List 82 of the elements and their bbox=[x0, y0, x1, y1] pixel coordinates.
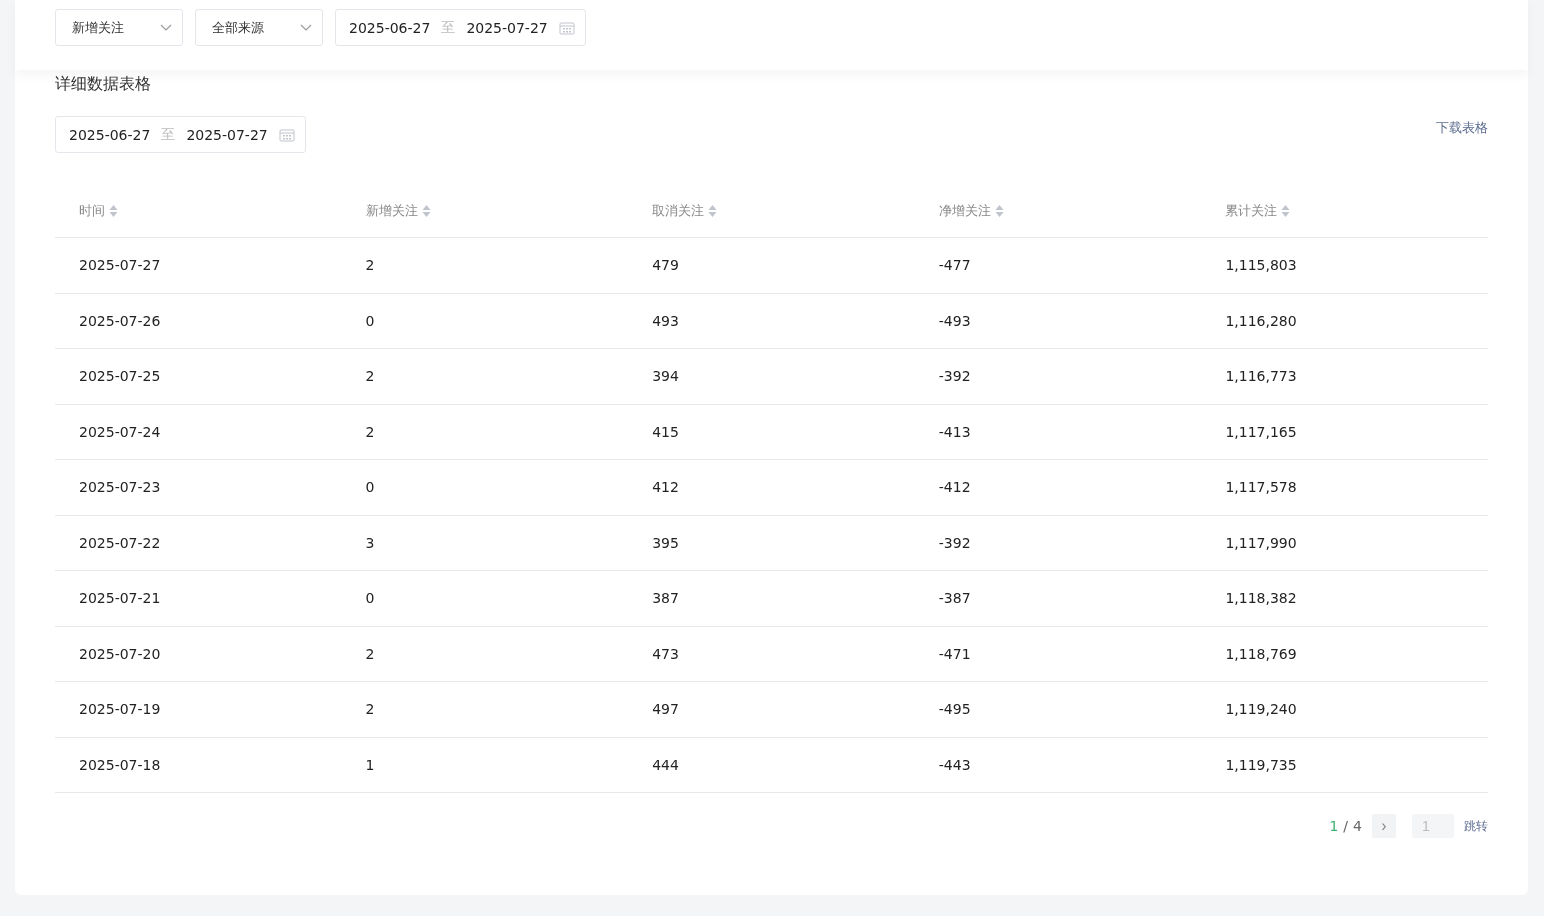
table-cell: 3 bbox=[365, 534, 375, 551]
table-cell: 1,117,578 bbox=[1225, 479, 1297, 496]
table-cell: -392 bbox=[938, 368, 971, 385]
sort-icon[interactable] bbox=[1281, 204, 1291, 218]
table-cell: -392 bbox=[938, 534, 971, 551]
table-cell: 2 bbox=[365, 701, 375, 718]
dropdown-select[interactable]: 新增关注 bbox=[55, 9, 183, 46]
table-cell: 473 bbox=[652, 645, 679, 662]
table-cell: 1,118,769 bbox=[1225, 645, 1297, 662]
table-cell: 2025-07-23 bbox=[79, 479, 161, 496]
table-cell: -412 bbox=[938, 479, 971, 496]
current-page: 1 bbox=[1329, 818, 1339, 834]
range-separator: 至 bbox=[161, 125, 176, 144]
table-cell: 497 bbox=[652, 701, 679, 718]
range-separator: 至 bbox=[441, 18, 456, 37]
calendar-icon bbox=[558, 20, 575, 35]
table-cell: 479 bbox=[652, 257, 679, 274]
start-date: 2025-06-27 bbox=[349, 19, 431, 36]
table-cell: -477 bbox=[938, 257, 971, 274]
table-cell: 2025-07-25 bbox=[79, 368, 161, 385]
start-date: 2025-06-27 bbox=[69, 126, 151, 143]
end-date: 2025-07-27 bbox=[466, 19, 548, 36]
table-cell: 2025-07-20 bbox=[79, 645, 161, 662]
table-cell: 1,118,382 bbox=[1225, 590, 1297, 607]
table-cell: 387 bbox=[652, 590, 679, 607]
table-cell: 2025-07-22 bbox=[79, 534, 161, 551]
table-cell: -493 bbox=[938, 312, 971, 329]
download-table-link[interactable]: 下载表格 bbox=[1436, 119, 1488, 137]
end-date: 2025-07-27 bbox=[186, 126, 268, 143]
table-cell: 2 bbox=[365, 368, 375, 385]
sort-icon[interactable] bbox=[708, 204, 718, 218]
sort-icon[interactable] bbox=[109, 204, 118, 218]
table-cell: 1,117,165 bbox=[1225, 423, 1297, 440]
next-page-button[interactable]: › bbox=[1372, 814, 1396, 838]
table-cell: 1,116,280 bbox=[1225, 312, 1297, 329]
table-cell: 0 bbox=[365, 590, 375, 607]
table-cell: 1,115,803 bbox=[1225, 257, 1297, 274]
table-cell: 2 bbox=[365, 423, 375, 440]
page-input[interactable]: 1 bbox=[1412, 814, 1454, 838]
table-cell: 2025-07-19 bbox=[79, 701, 161, 718]
table-cell: 395 bbox=[652, 534, 679, 551]
chevron-down-icon bbox=[300, 24, 312, 31]
column-header[interactable]: 新增关注 bbox=[365, 202, 418, 220]
table-cell: -413 bbox=[938, 423, 971, 440]
column-header[interactable]: 取消关注 bbox=[652, 202, 705, 220]
table-cell: 2025-07-27 bbox=[79, 257, 161, 274]
table-cell: 493 bbox=[652, 312, 679, 329]
table-cell: -495 bbox=[938, 701, 971, 718]
table-cell: 2025-07-26 bbox=[79, 312, 161, 329]
table-cell: 0 bbox=[365, 479, 375, 496]
table-cell: -471 bbox=[938, 645, 971, 662]
column-header[interactable]: 时间 bbox=[79, 202, 105, 220]
table-cell: 1,119,240 bbox=[1225, 701, 1297, 718]
column-header[interactable]: 累计关注 bbox=[1225, 202, 1278, 220]
sort-icon[interactable] bbox=[994, 204, 1004, 218]
chevron-down-icon bbox=[160, 24, 172, 31]
page-separator: / bbox=[1343, 818, 1349, 834]
table-cell: 2025-07-18 bbox=[79, 756, 161, 773]
column-header[interactable]: 净增关注 bbox=[938, 202, 991, 220]
date-range-picker[interactable]: 2025-06-27 至 2025-07-27 bbox=[335, 9, 586, 46]
jump-button[interactable]: 跳转 bbox=[1464, 817, 1488, 835]
table-cell: 1,116,773 bbox=[1225, 368, 1297, 385]
table-cell: 1,119,735 bbox=[1225, 756, 1297, 773]
table-cell: 412 bbox=[652, 479, 679, 496]
calendar-icon bbox=[278, 127, 295, 142]
table-cell: 2 bbox=[365, 645, 375, 662]
table-cell: 2025-07-21 bbox=[79, 590, 161, 607]
table-cell: -387 bbox=[938, 590, 971, 607]
table-cell: 2 bbox=[365, 257, 375, 274]
table-cell: 0 bbox=[365, 312, 375, 329]
table-cell: 444 bbox=[652, 756, 679, 773]
table-cell: 1 bbox=[365, 756, 375, 773]
date-range-picker[interactable]: 2025-06-27 至 2025-07-27 bbox=[55, 116, 306, 153]
table-cell: 2025-07-24 bbox=[79, 423, 161, 440]
table-cell: 394 bbox=[652, 368, 679, 385]
table-cell: -443 bbox=[938, 756, 971, 773]
table-cell: 415 bbox=[652, 423, 679, 440]
section-title: 详细数据表格 bbox=[55, 74, 152, 95]
table-cell: 1,117,990 bbox=[1225, 534, 1297, 551]
dropdown-select[interactable]: 全部来源 bbox=[195, 9, 323, 46]
total-pages: 4 bbox=[1353, 818, 1362, 834]
sort-icon[interactable] bbox=[421, 204, 431, 218]
